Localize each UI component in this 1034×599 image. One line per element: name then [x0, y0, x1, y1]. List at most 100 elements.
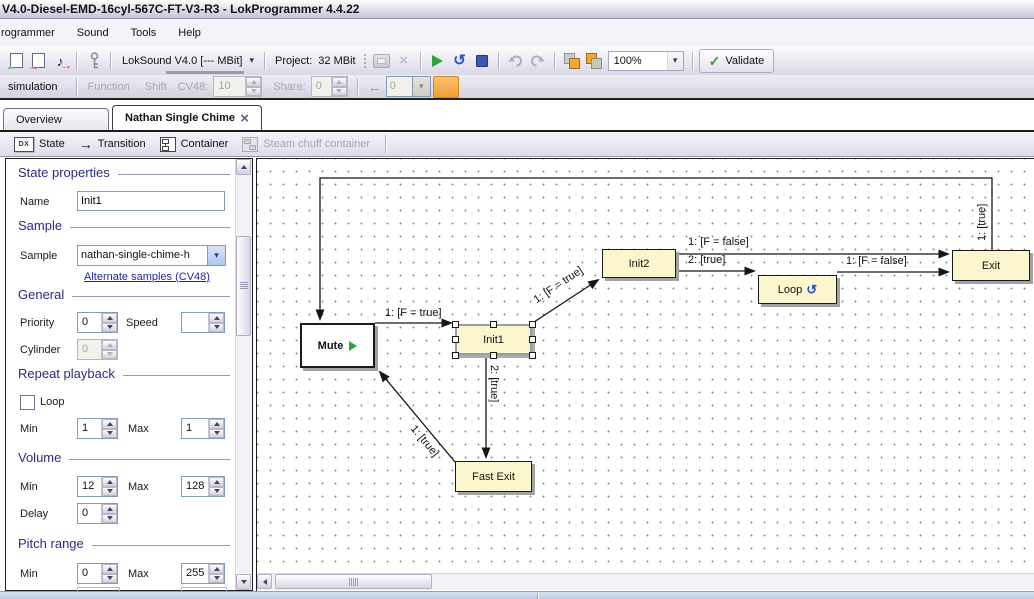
nav-index-combo[interactable]: 0 ▾	[386, 76, 431, 97]
spin-up-button[interactable]	[102, 477, 117, 487]
cylinder-spinner-disabled[interactable]: 0	[77, 339, 118, 360]
layers-front-icon	[564, 53, 580, 68]
spin-down-button[interactable]	[209, 429, 224, 439]
state-loop[interactable]: Loop ↺	[758, 275, 837, 304]
state-init1-selected[interactable]: Init1	[455, 324, 532, 355]
diagram-horizontal-scrollbar[interactable]	[257, 573, 1034, 590]
diagram-canvas[interactable]: Mute Init1 Init2 Loop ↺ Exit	[257, 159, 1034, 575]
transition-fastexit-to-mute[interactable]	[380, 372, 455, 462]
spin-down-button[interactable]	[102, 323, 117, 333]
spin-up-button[interactable]	[209, 477, 224, 487]
menu-help[interactable]: Help	[176, 24, 213, 42]
volume-min-spinner[interactable]: 12	[77, 476, 118, 497]
nav-right-button[interactable]: →	[433, 76, 459, 98]
spin-up-button[interactable]	[246, 77, 261, 87]
spin-down-button[interactable]	[209, 323, 224, 333]
cylinder-label: Cylinder	[20, 344, 60, 356]
spin-up-button[interactable]	[209, 313, 224, 323]
spin-down-button[interactable]	[102, 514, 117, 524]
speed-spinner[interactable]	[181, 312, 225, 333]
undo-button-disabled[interactable]	[506, 50, 526, 72]
sample-combo[interactable]: nathan-single-chime-h ▾	[77, 245, 226, 266]
spin-up-button[interactable]	[102, 313, 117, 323]
menu-tools[interactable]: Tools	[129, 24, 169, 42]
spin-up-button[interactable]	[209, 564, 224, 574]
zoom-out-button[interactable]	[584, 50, 604, 72]
name-input[interactable]	[77, 191, 225, 211]
selection-handle[interactable]	[529, 352, 536, 359]
selection-handle[interactable]	[452, 321, 459, 328]
add-state-button[interactable]: DX State	[10, 135, 69, 154]
add-steam-chuff-container-button-disabled[interactable]: Steam chuff container	[238, 135, 374, 154]
repeat-min-spinner[interactable]: 1	[77, 418, 118, 439]
loop-play-button[interactable]: ↺	[450, 50, 470, 72]
redo-button-disabled[interactable]	[528, 50, 548, 72]
write-decoder-button-disabled[interactable]	[372, 50, 392, 72]
spin-up-button[interactable]	[102, 564, 117, 574]
selection-handle[interactable]	[452, 336, 459, 343]
zoom-in-button[interactable]	[562, 50, 582, 72]
state-init2[interactable]: Init2	[602, 249, 676, 278]
selection-handle[interactable]	[529, 321, 536, 328]
selection-handle[interactable]	[452, 352, 459, 359]
panel-scrollbar[interactable]	[235, 159, 252, 590]
export-button[interactable]: →	[28, 50, 48, 72]
spin-up-button[interactable]	[209, 419, 224, 429]
delay-spinner[interactable]: 0	[77, 503, 118, 524]
spin-up-button[interactable]	[102, 340, 117, 350]
programmer-button[interactable]	[84, 50, 104, 72]
tab-overview[interactable]: Overview	[3, 108, 109, 130]
share-spinner[interactable]: 0	[311, 76, 348, 97]
title-bar[interactable]: V4.0-Diesel-EMD-16cyl-567C-FT-V3-R3 - Lo…	[0, 0, 1034, 19]
spin-up-button[interactable]	[102, 504, 117, 514]
tab-close-icon[interactable]: ×	[240, 111, 249, 126]
spin-down-button[interactable]	[102, 487, 117, 497]
scrollbar-thumb[interactable]	[236, 236, 251, 336]
selection-handle[interactable]	[490, 321, 497, 328]
tab-nathan-single-chime[interactable]: Nathan Single Chime ×	[112, 105, 262, 130]
state-fast-exit[interactable]: Fast Exit	[455, 461, 532, 492]
alternate-samples-link[interactable]: Alternate samples (CV48)	[84, 271, 210, 283]
validate-button[interactable]: ✓ Validate	[699, 49, 775, 73]
loop-checkbox[interactable]	[20, 395, 35, 410]
spin-up-button[interactable]	[102, 419, 117, 429]
cancel-button-disabled[interactable]: ×	[394, 50, 414, 72]
pitch-min-spinner[interactable]: 0	[77, 563, 118, 584]
device-selector[interactable]: LokSound V4.0 [--- MBit] ▾	[118, 50, 258, 72]
import-button[interactable]: ←	[6, 50, 26, 72]
add-transition-button[interactable]: → Transition	[75, 134, 150, 154]
state-exit[interactable]: Exit	[952, 250, 1030, 281]
stop-button[interactable]	[472, 50, 492, 72]
volume-max-spinner[interactable]: 128	[181, 476, 225, 497]
scroll-down-button[interactable]	[236, 574, 251, 590]
priority-spinner[interactable]: 0	[77, 312, 118, 333]
selection-handle[interactable]	[529, 336, 536, 343]
scrollbar-thumb[interactable]	[275, 574, 432, 589]
toolbar-grip[interactable]	[362, 52, 367, 70]
scroll-up-button[interactable]	[236, 159, 251, 175]
zoom-level-combo[interactable]: 100% ▾	[608, 51, 684, 71]
scroll-left-button[interactable]	[257, 574, 272, 589]
spin-up-button[interactable]	[332, 77, 347, 87]
export-sound-button[interactable]: ♪ →	[50, 50, 70, 72]
nav-left-arrow-icon[interactable]: ←	[368, 79, 382, 95]
pitch-max-spinner[interactable]: 255	[181, 563, 225, 584]
state-mute[interactable]: Mute	[300, 323, 375, 368]
spin-down-button[interactable]	[102, 350, 117, 360]
loop-refresh-icon: ↺	[806, 283, 817, 296]
spin-down-button[interactable]	[209, 574, 224, 584]
spin-down-button[interactable]	[102, 574, 117, 584]
selection-handle[interactable]	[490, 352, 497, 359]
repeat-max-spinner[interactable]: 1	[181, 418, 225, 439]
menu-sound[interactable]: Sound	[75, 24, 121, 42]
spin-down-button[interactable]	[209, 487, 224, 497]
play-button[interactable]	[428, 50, 448, 72]
spin-down-button[interactable]	[102, 429, 117, 439]
layers-back-icon	[586, 53, 602, 68]
spin-down-button[interactable]	[246, 87, 261, 97]
spin-down-button[interactable]	[332, 87, 347, 97]
cv48-spinner[interactable]: 10	[213, 76, 262, 97]
menu-programmer[interactable]: rogrammer	[0, 24, 67, 42]
add-container-button[interactable]: Container	[156, 135, 233, 154]
lokprogrammer-window: V4.0-Diesel-EMD-16cyl-567C-FT-V3-R3 - Lo…	[0, 0, 1034, 599]
